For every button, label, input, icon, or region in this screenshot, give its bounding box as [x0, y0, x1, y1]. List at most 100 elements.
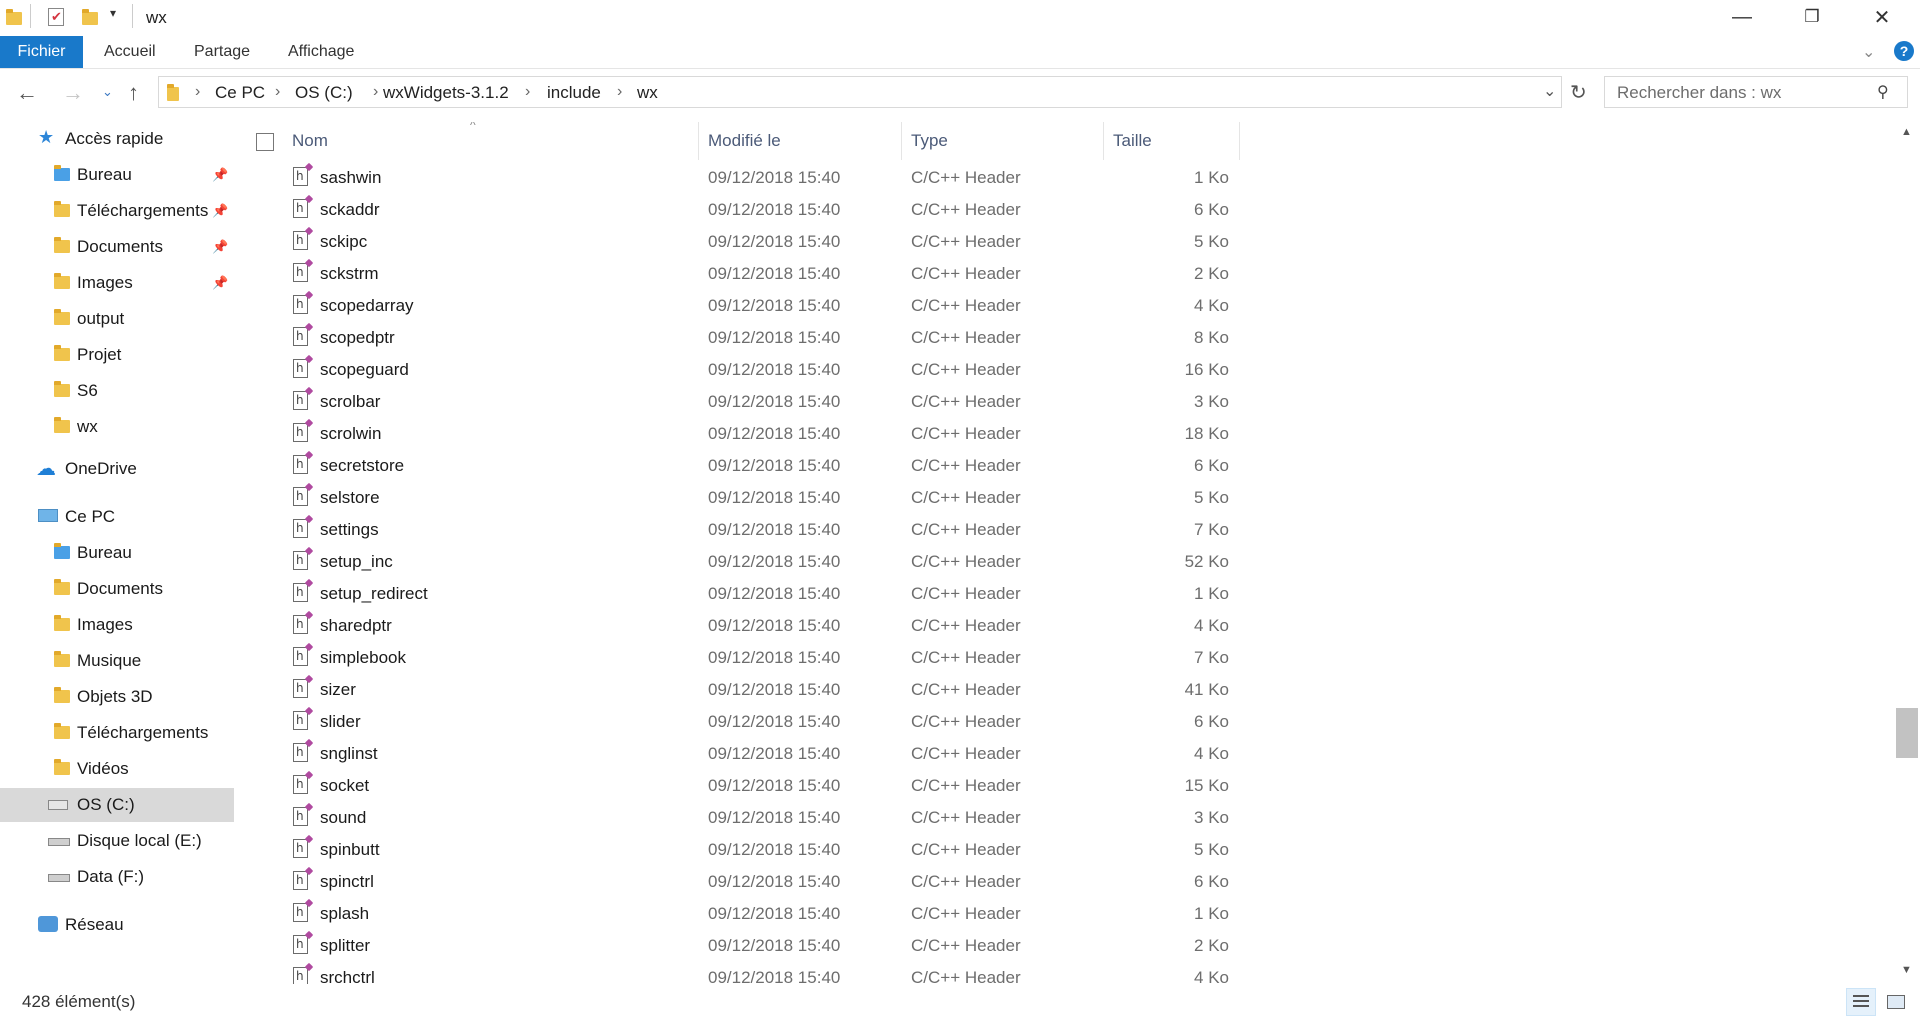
file-row[interactable]: spinctrl 09/12/2018 15:40 C/C++ Header 6 Ko [238, 866, 1838, 898]
nav-item-telechargements-pc[interactable]: Téléchargements [0, 716, 234, 750]
file-row[interactable]: sharedptr 09/12/2018 15:40 C/C++ Header 4 K… [238, 610, 1838, 642]
pin-icon[interactable]: 📌 [212, 203, 228, 219]
scroll-up-arrow-icon[interactable]: ▲ [1901, 126, 1912, 138]
nav-item-output[interactable]: output [0, 302, 234, 336]
nav-network[interactable]: Réseau [0, 908, 234, 942]
file-row[interactable]: setup_redirect 09/12/2018 15:40 C/C++ Head… [238, 578, 1838, 610]
select-all-checkbox[interactable] [256, 133, 274, 151]
maximize-button[interactable]: ❐ [1784, 0, 1840, 34]
chevron-right-icon[interactable]: › [195, 83, 200, 101]
file-row[interactable]: sckipc 09/12/2018 15:40 C/C++ Header 5 Ko [238, 226, 1838, 258]
nav-item-bureau-pc[interactable]: Bureau [0, 536, 234, 570]
nav-item-images-pc[interactable]: Images [0, 608, 234, 642]
properties-icon[interactable]: ✔ [48, 8, 64, 26]
search-icon[interactable]: ⚲ [1877, 82, 1889, 102]
chevron-right-icon[interactable]: › [275, 83, 280, 101]
file-row[interactable]: sckstrm 09/12/2018 15:40 C/C++ Header 2 Ko [238, 258, 1838, 290]
file-row[interactable]: selstore 09/12/2018 15:40 C/C++ Header 5 Ko [238, 482, 1838, 514]
file-row[interactable]: splitter 09/12/2018 15:40 C/C++ Header 2 Ko [238, 930, 1838, 962]
nav-item-musique[interactable]: Musique [0, 644, 234, 678]
pin-icon[interactable]: 📌 [212, 239, 228, 255]
column-divider[interactable] [1239, 122, 1240, 160]
nav-item-images[interactable]: Images 📌 [0, 266, 234, 300]
refresh-icon[interactable]: ↻ [1570, 80, 1587, 105]
file-row[interactable]: scopedptr 09/12/2018 15:40 C/C++ Header 8 K… [238, 322, 1838, 354]
back-arrow-icon[interactable]: ← [16, 80, 38, 106]
address-history-chevron-icon[interactable]: ⌄ [1543, 81, 1556, 101]
nav-item-disque-e[interactable]: Disque local (E:) [0, 824, 234, 858]
file-row[interactable]: snglinst 09/12/2018 15:40 C/C++ Header 4 Ko [238, 738, 1838, 770]
column-header-type[interactable]: Type [911, 122, 1101, 160]
file-row[interactable]: secretstore 09/12/2018 15:40 C/C++ Header 6… [238, 450, 1838, 482]
nav-item-projet[interactable]: Projet [0, 338, 234, 372]
search-input[interactable] [1615, 82, 1869, 104]
customize-toolbar-chevron-icon[interactable]: ▾ [110, 6, 116, 20]
address-bar[interactable]: › Ce PC › OS (C:) › wxWidgets-3.1.2 › in… [158, 76, 1562, 108]
breadcrumb-include[interactable]: include [547, 83, 601, 103]
file-row[interactable]: sashwin 09/12/2018 15:40 C/C++ Header 1 Ko [238, 162, 1838, 194]
file-row[interactable]: settings 09/12/2018 15:40 C/C++ Header 7 Ko [238, 514, 1838, 546]
expand-ribbon-chevron-icon[interactable]: ⌄ [1862, 42, 1875, 62]
breadcrumb-wx[interactable]: wx [637, 83, 658, 103]
file-row[interactable]: spinbutt 09/12/2018 15:40 C/C++ Header 5 Ko [238, 834, 1838, 866]
nav-item-wx[interactable]: wx [0, 410, 234, 444]
breadcrumb-wxwidgets[interactable]: wxWidgets-3.1.2 [383, 83, 509, 103]
recent-locations-chevron-icon[interactable]: ⌄ [102, 84, 113, 100]
nav-item-os-c[interactable]: OS (C:) [0, 788, 234, 822]
nav-item-objets-3d[interactable]: Objets 3D [0, 680, 234, 714]
scroll-down-arrow-icon[interactable]: ▼ [1901, 964, 1912, 976]
help-icon[interactable]: ? [1894, 41, 1914, 61]
chevron-right-icon[interactable]: › [617, 83, 622, 101]
file-row[interactable]: simplebook 09/12/2018 15:40 C/C++ Header 7 … [238, 642, 1838, 674]
file-row[interactable]: scrolbar 09/12/2018 15:40 C/C++ Header 3 Ko [238, 386, 1838, 418]
nav-item-bureau[interactable]: Bureau 📌 [0, 158, 234, 192]
file-row[interactable]: scopeguard 09/12/2018 15:40 C/C++ Header 16… [238, 354, 1838, 386]
file-row[interactable]: scrolwin 09/12/2018 15:40 C/C++ Header 18 K… [238, 418, 1838, 450]
tab-fichier[interactable]: Fichier [0, 36, 83, 68]
tab-accueil[interactable]: Accueil [104, 36, 156, 68]
tab-partage[interactable]: Partage [194, 36, 250, 68]
column-divider[interactable] [901, 122, 902, 160]
column-header-modified[interactable]: Modifié le [708, 122, 898, 160]
new-folder-icon[interactable] [82, 9, 98, 25]
file-row[interactable]: scopedarray 09/12/2018 15:40 C/C++ Header 4… [238, 290, 1838, 322]
nav-item-documents-pc[interactable]: Documents [0, 572, 234, 606]
nav-this-pc[interactable]: Ce PC [0, 500, 234, 534]
nav-item-s6[interactable]: S6 [0, 374, 234, 408]
minimize-button[interactable]: — [1714, 0, 1770, 34]
breadcrumb-os-c[interactable]: OS (C:) [295, 83, 353, 103]
documents-folder-icon [54, 237, 70, 253]
scrollbar-thumb[interactable] [1896, 708, 1918, 758]
up-arrow-icon[interactable]: ↑ [128, 80, 139, 106]
search-box[interactable]: ⚲ [1604, 76, 1908, 108]
nav-onedrive[interactable]: ☁ OneDrive [0, 452, 234, 486]
file-row[interactable]: slider 09/12/2018 15:40 C/C++ Header 6 Ko [238, 706, 1838, 738]
file-row[interactable]: sizer 09/12/2018 15:40 C/C++ Header 41 Ko [238, 674, 1838, 706]
chevron-right-icon[interactable]: › [373, 83, 378, 101]
nav-quick-access[interactable]: ★ Accès rapide [0, 122, 234, 156]
file-row[interactable]: splash 09/12/2018 15:40 C/C++ Header 1 Ko [238, 898, 1838, 930]
file-row[interactable]: srchctrl 09/12/2018 15:40 C/C++ Header 4 Ko [238, 962, 1838, 984]
nav-item-data-f[interactable]: Data (F:) [0, 860, 234, 894]
vertical-scrollbar[interactable]: ▲ ▼ [1894, 122, 1920, 984]
column-divider[interactable] [698, 122, 699, 160]
column-header-size[interactable]: Taille [1113, 122, 1233, 160]
file-row[interactable]: socket 09/12/2018 15:40 C/C++ Header 15 Ko [238, 770, 1838, 802]
chevron-right-icon[interactable]: › [525, 83, 530, 101]
nav-item-documents[interactable]: Documents 📌 [0, 230, 234, 264]
details-view-icon[interactable] [1846, 988, 1876, 1016]
large-icons-view-icon[interactable] [1880, 988, 1910, 1016]
file-row[interactable]: sckaddr 09/12/2018 15:40 C/C++ Header 6 Ko [238, 194, 1838, 226]
column-header-name[interactable]: Nom [292, 122, 692, 160]
pin-icon[interactable]: 📌 [212, 275, 228, 291]
column-divider[interactable] [1103, 122, 1104, 160]
file-row[interactable]: sound 09/12/2018 15:40 C/C++ Header 3 Ko [238, 802, 1838, 834]
close-button[interactable]: ✕ [1854, 0, 1910, 34]
forward-arrow-icon[interactable]: → [62, 80, 84, 106]
nav-item-telechargements[interactable]: Téléchargements 📌 [0, 194, 234, 228]
breadcrumb-ce-pc[interactable]: Ce PC [215, 83, 265, 103]
tab-affichage[interactable]: Affichage [288, 36, 354, 68]
pin-icon[interactable]: 📌 [212, 167, 228, 183]
nav-item-videos[interactable]: Vidéos [0, 752, 234, 786]
file-row[interactable]: setup_inc 09/12/2018 15:40 C/C++ Header 52 … [238, 546, 1838, 578]
